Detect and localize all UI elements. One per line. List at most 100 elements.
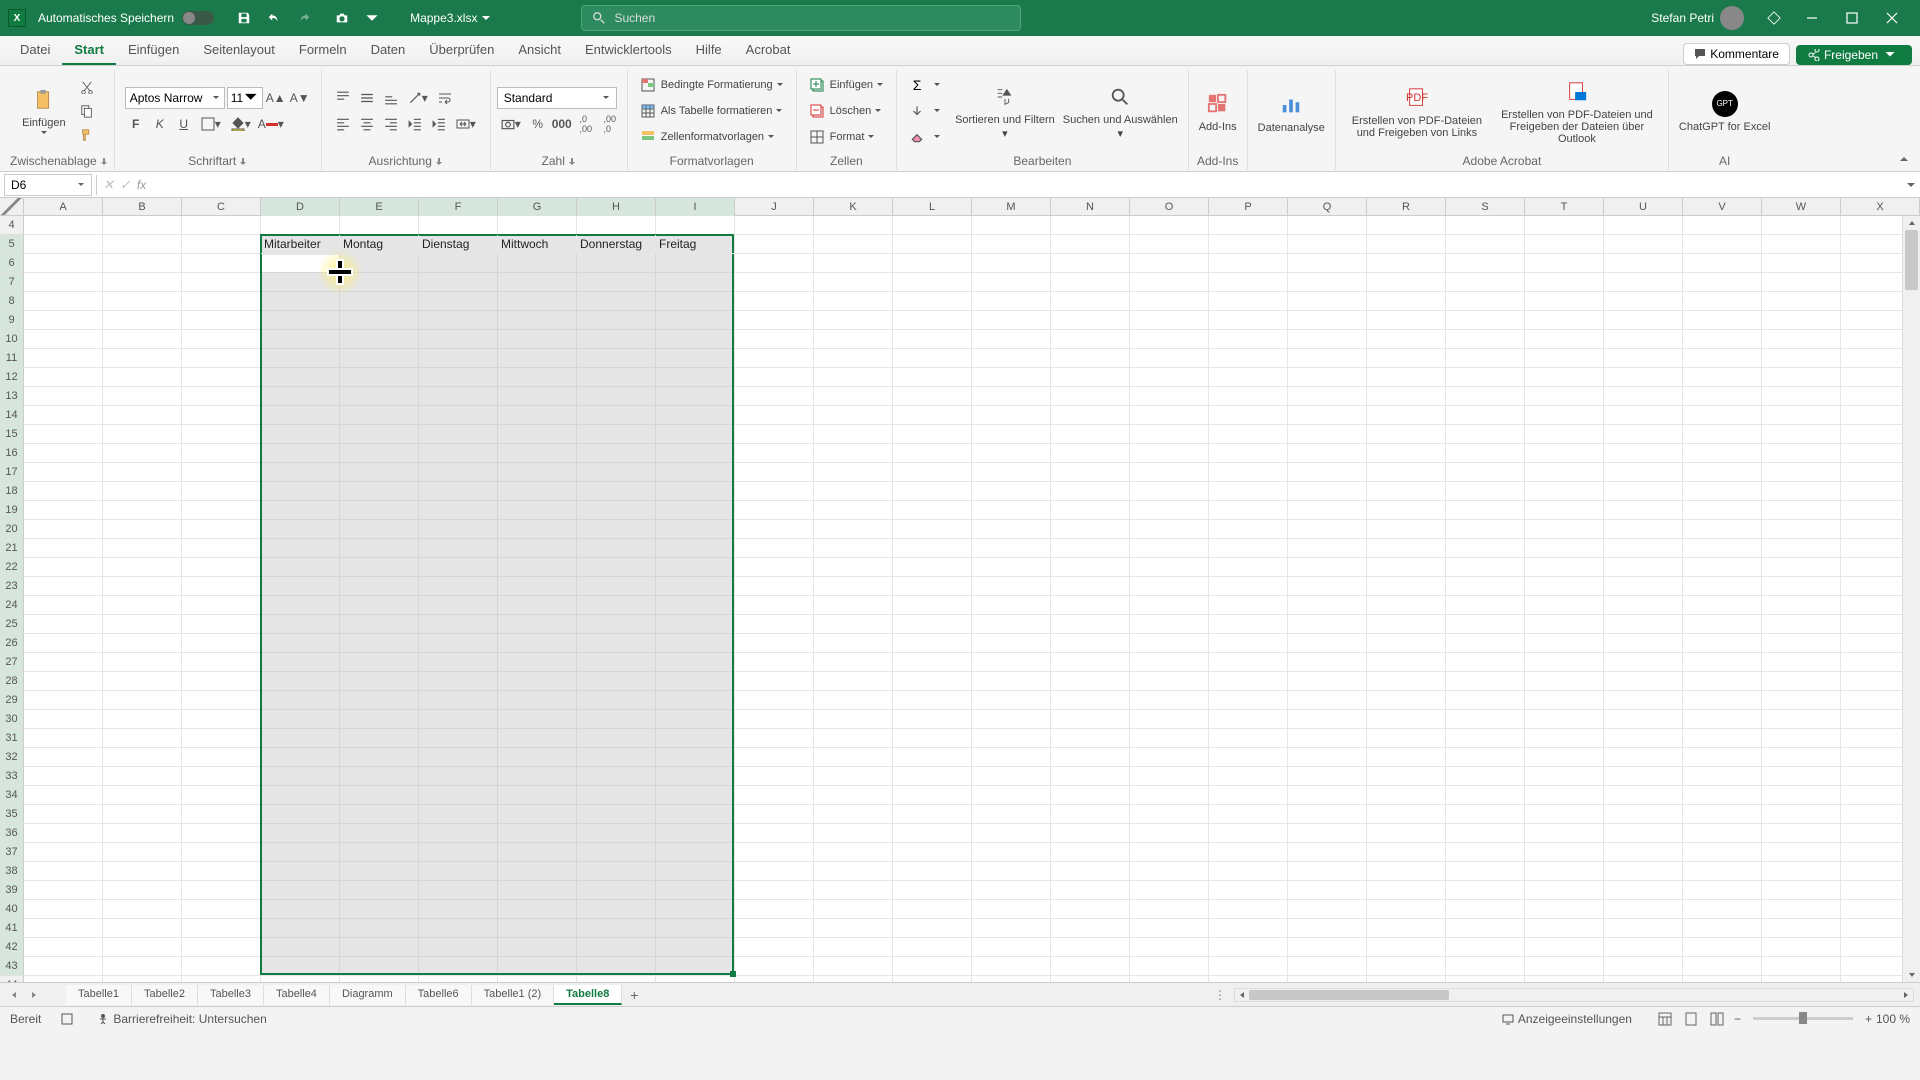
cell[interactable] [735, 634, 814, 653]
cell[interactable] [261, 216, 340, 235]
cell[interactable] [735, 710, 814, 729]
cell[interactable] [1525, 615, 1604, 634]
cell[interactable] [1525, 938, 1604, 957]
orientation-button[interactable]: ▾ [404, 87, 432, 109]
cell[interactable] [1288, 216, 1367, 235]
cell[interactable] [261, 843, 340, 862]
cell[interactable] [1604, 387, 1683, 406]
cell[interactable] [972, 653, 1051, 672]
cell[interactable] [1288, 976, 1367, 982]
cell[interactable] [182, 425, 261, 444]
cell[interactable] [182, 292, 261, 311]
cell[interactable] [24, 653, 103, 672]
cell[interactable] [1288, 672, 1367, 691]
zoom-out-button[interactable]: − [1734, 1012, 1741, 1026]
row-header[interactable]: 44 [0, 976, 24, 982]
column-header[interactable]: O [1130, 198, 1209, 216]
cell[interactable] [1367, 482, 1446, 501]
cell[interactable] [1209, 862, 1288, 881]
cell[interactable] [1525, 805, 1604, 824]
cell[interactable] [1446, 824, 1525, 843]
cell[interactable] [498, 311, 577, 330]
cell[interactable] [1130, 862, 1209, 881]
cell[interactable] [419, 615, 498, 634]
cell[interactable] [577, 520, 656, 539]
cell[interactable] [814, 368, 893, 387]
cell[interactable] [1683, 634, 1762, 653]
cell[interactable] [577, 273, 656, 292]
cell[interactable] [1209, 558, 1288, 577]
column-header[interactable]: Q [1288, 198, 1367, 216]
cell[interactable] [103, 824, 182, 843]
cell[interactable] [577, 482, 656, 501]
cell[interactable] [1130, 425, 1209, 444]
cell[interactable] [814, 425, 893, 444]
cell[interactable] [1051, 957, 1130, 976]
cell[interactable] [419, 292, 498, 311]
cell[interactable] [1051, 862, 1130, 881]
cell[interactable] [340, 425, 419, 444]
cell[interactable] [1525, 349, 1604, 368]
cell[interactable] [1367, 368, 1446, 387]
cell[interactable] [261, 273, 340, 292]
cell[interactable] [1604, 520, 1683, 539]
cell[interactable] [1762, 349, 1841, 368]
cell[interactable] [1525, 254, 1604, 273]
cell[interactable] [182, 349, 261, 368]
cell[interactable] [1051, 805, 1130, 824]
cell[interactable] [1288, 900, 1367, 919]
cell[interactable] [24, 596, 103, 615]
cell[interactable] [1051, 710, 1130, 729]
cell[interactable] [103, 425, 182, 444]
cell[interactable] [1525, 748, 1604, 767]
cell[interactable] [103, 596, 182, 615]
cell[interactable] [498, 349, 577, 368]
menu-tab-hilfe[interactable]: Hilfe [684, 36, 734, 65]
cell[interactable] [1683, 843, 1762, 862]
cell[interactable] [24, 330, 103, 349]
cell[interactable] [1604, 539, 1683, 558]
sheet-tab[interactable]: Tabelle6 [406, 985, 472, 1005]
cell[interactable] [1604, 615, 1683, 634]
cell[interactable] [1367, 938, 1446, 957]
cell[interactable] [182, 235, 261, 254]
cell[interactable] [656, 444, 735, 463]
cell[interactable] [340, 406, 419, 425]
cell[interactable] [1446, 482, 1525, 501]
cell[interactable] [103, 520, 182, 539]
autosave-toggle[interactable] [182, 11, 214, 25]
row-header[interactable]: 7 [0, 273, 24, 292]
cell[interactable] [1525, 672, 1604, 691]
cell[interactable] [419, 577, 498, 596]
cell[interactable] [24, 539, 103, 558]
cell[interactable] [419, 729, 498, 748]
column-header[interactable]: S [1446, 198, 1525, 216]
row-header[interactable]: 34 [0, 786, 24, 805]
cell[interactable] [814, 824, 893, 843]
insert-cells-button[interactable]: Einfügen [807, 73, 886, 97]
row-header[interactable]: 39 [0, 881, 24, 900]
cell[interactable] [1683, 862, 1762, 881]
fill-color-button[interactable]: ▾ [227, 113, 255, 135]
cell[interactable] [1130, 349, 1209, 368]
cell[interactable] [656, 368, 735, 387]
cell[interactable] [656, 767, 735, 786]
cell[interactable] [577, 311, 656, 330]
cell[interactable] [1683, 558, 1762, 577]
cell[interactable] [498, 843, 577, 862]
cell[interactable] [1604, 748, 1683, 767]
cell[interactable] [1367, 767, 1446, 786]
cell[interactable] [1604, 843, 1683, 862]
cell[interactable] [261, 900, 340, 919]
cell[interactable] [1367, 539, 1446, 558]
cell[interactable] [340, 216, 419, 235]
cell[interactable] [656, 919, 735, 938]
cell[interactable] [1209, 577, 1288, 596]
cell[interactable] [103, 311, 182, 330]
cell[interactable] [103, 577, 182, 596]
format-painter-button[interactable] [74, 124, 100, 146]
cell[interactable] [1130, 387, 1209, 406]
cell-styles-button[interactable]: Zellenformatvorlagen [638, 125, 786, 149]
cell[interactable] [340, 463, 419, 482]
cell[interactable] [656, 691, 735, 710]
